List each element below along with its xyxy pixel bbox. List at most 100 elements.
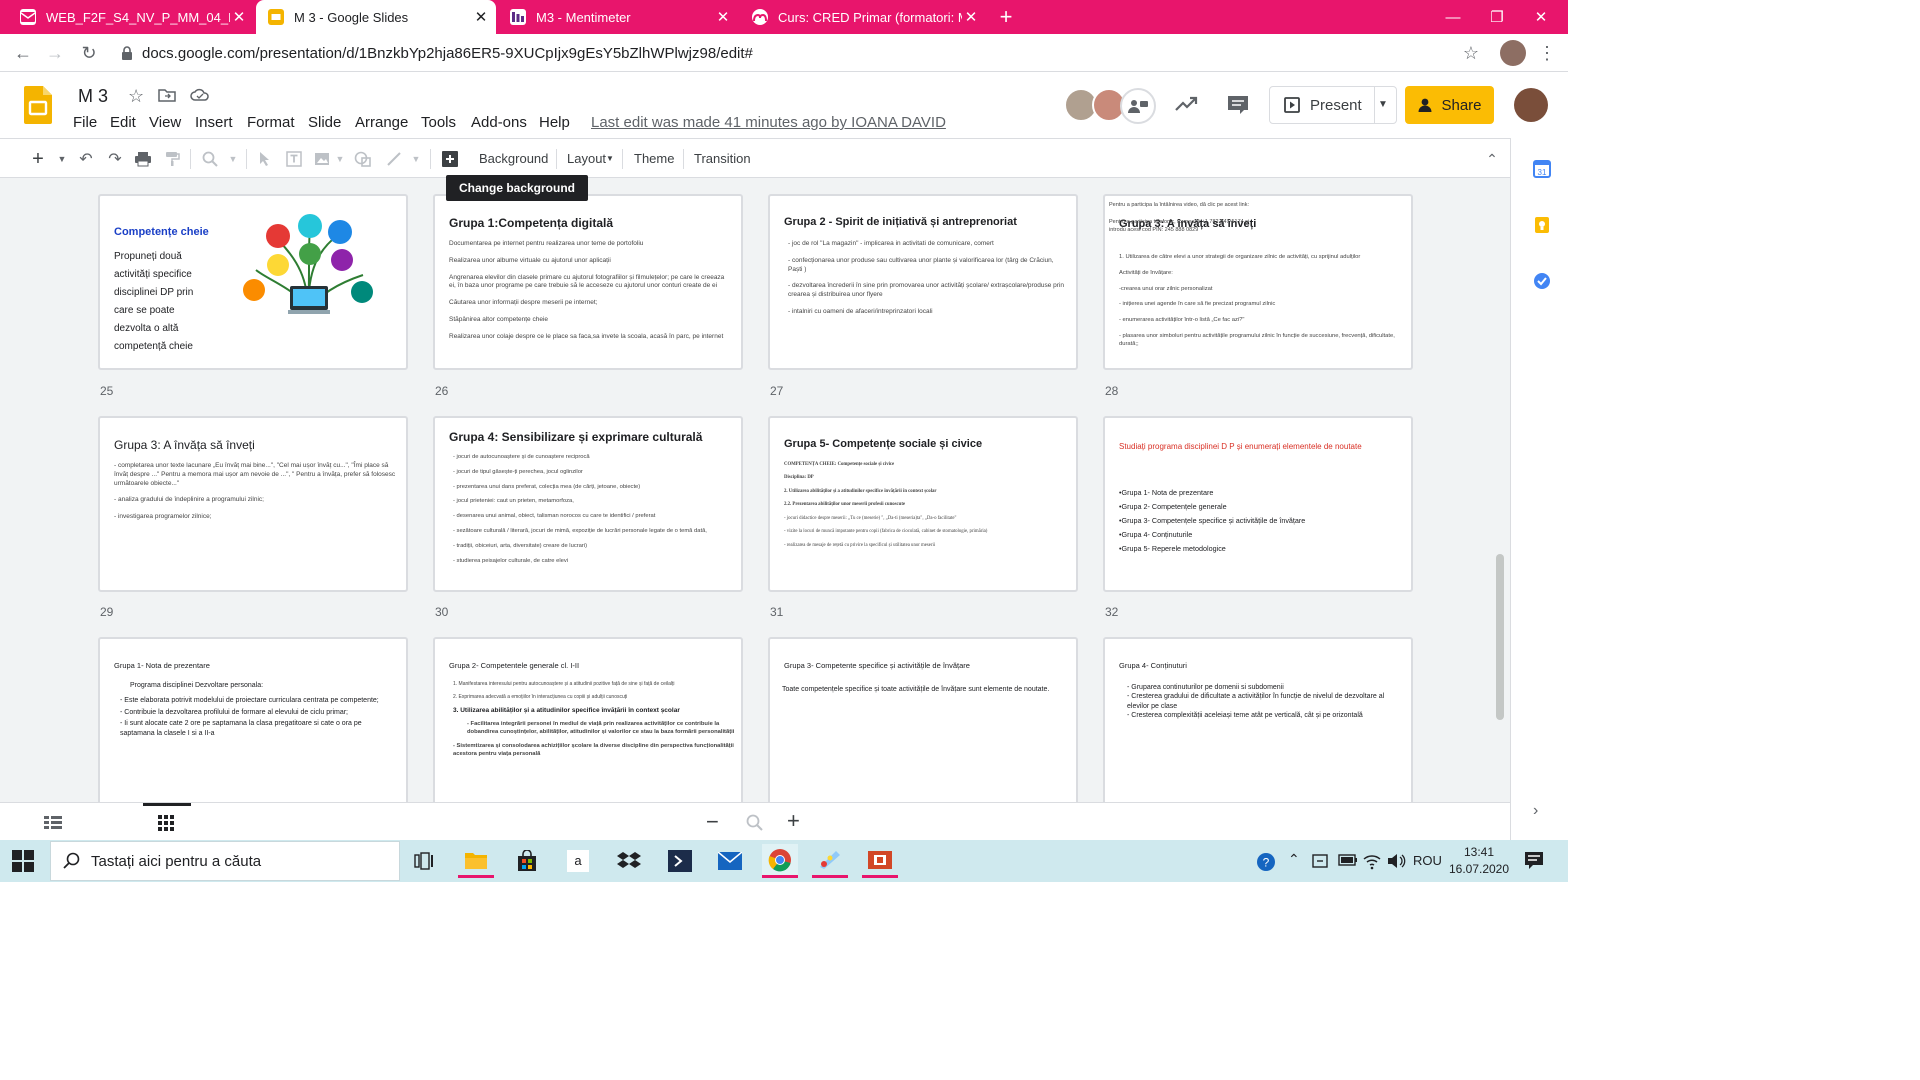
slide-thumbnail-31[interactable]: Grupa 5- Competențe sociale și civice CO… [768, 416, 1078, 592]
image-dropdown-icon[interactable]: ▼ [330, 149, 350, 169]
menu-help[interactable]: Help [539, 114, 570, 131]
slide-thumbnail-36[interactable]: Grupa 4- Conținuturi - Gruparea continut… [1103, 637, 1413, 802]
slide-thumbnail-26[interactable]: Grupa 1:Competența digitală Documentarea… [433, 194, 743, 370]
new-slide-dropdown-icon[interactable]: ▼ [52, 149, 72, 169]
amazon-icon[interactable]: a [560, 844, 596, 878]
zoom-icon[interactable] [200, 149, 220, 169]
undo-icon[interactable]: ↶ [76, 149, 96, 169]
reload-icon[interactable]: ↻ [76, 40, 102, 66]
file-explorer-icon[interactable] [458, 844, 494, 878]
text-box-icon[interactable] [284, 149, 304, 169]
input-language[interactable]: ROU [1413, 853, 1442, 868]
zoom-dropdown-icon[interactable]: ▼ [223, 149, 243, 169]
back-arrow-icon[interactable]: ← [10, 40, 36, 66]
bookmark-star-icon[interactable]: ☆ [1458, 40, 1484, 66]
last-edit-link[interactable]: Last edit was made 41 minutes ago by IOA… [591, 114, 946, 131]
menu-arrange[interactable]: Arrange [355, 114, 408, 131]
menu-file[interactable]: File [73, 114, 97, 131]
slide-thumbnail-29[interactable]: Grupa 3: A învăța să înveți - completare… [98, 416, 408, 592]
close-tab-icon[interactable]: ✕ [962, 8, 980, 26]
comments-icon[interactable] [1226, 94, 1250, 116]
mail-icon[interactable] [712, 844, 748, 878]
slide-thumbnail-25[interactable]: Competențe cheie Propuneți două activită… [98, 194, 408, 370]
layout-dropdown-icon[interactable]: ▼ [606, 154, 614, 163]
windows-start-icon[interactable] [12, 850, 34, 872]
menu-edit[interactable]: Edit [110, 114, 136, 131]
redo-icon[interactable]: ↷ [105, 149, 125, 169]
add-comment-icon[interactable] [440, 149, 460, 169]
move-folder-icon[interactable] [158, 88, 176, 104]
slide-thumbnail-34[interactable]: Grupa 2- Competentele generale cl. I-II … [433, 637, 743, 802]
slide-thumbnail-30[interactable]: Grupa 4: Sensibilizare și exprimare cult… [433, 416, 743, 592]
paint-icon[interactable] [812, 844, 848, 878]
line-icon[interactable] [384, 149, 404, 169]
shape-icon[interactable] [353, 149, 373, 169]
zoom-out-icon[interactable]: − [706, 809, 719, 835]
share-button[interactable]: Share [1405, 86, 1494, 124]
task-view-icon[interactable] [406, 844, 442, 878]
layout-button[interactable]: Layout [567, 151, 606, 166]
volume-icon[interactable] [1386, 852, 1406, 870]
restore-window-icon[interactable]: ❐ [1474, 0, 1520, 34]
present-dropdown-icon[interactable]: ▼ [1378, 99, 1388, 110]
cloud-status-icon[interactable] [190, 88, 210, 104]
new-slide-plus-icon[interactable]: + [28, 148, 48, 170]
background-button[interactable]: Background [479, 151, 548, 166]
present-button[interactable]: Present ▼ [1269, 86, 1397, 124]
collapse-toolbar-icon[interactable]: ⌃ [1482, 149, 1502, 169]
slide-thumbnail-33[interactable]: Grupa 1- Nota de prezentare Programa dis… [98, 637, 408, 802]
more-menu-icon[interactable]: ⋮ [1534, 40, 1560, 66]
menu-format[interactable]: Format [247, 114, 295, 131]
forward-arrow-icon[interactable]: → [42, 40, 68, 66]
close-window-icon[interactable]: ✕ [1518, 0, 1564, 34]
calendar-icon[interactable]: 31 [1533, 160, 1551, 178]
help-tips-icon[interactable]: ? [1256, 852, 1278, 872]
profile-avatar[interactable] [1500, 40, 1526, 66]
close-tab-icon[interactable]: ✕ [714, 8, 732, 26]
slide-thumbnail-27[interactable]: Grupa 2 - Spirit de inițiativă și antrep… [768, 194, 1078, 370]
select-cursor-icon[interactable] [255, 149, 275, 169]
close-tab-icon[interactable]: ✕ [472, 8, 490, 26]
show-hidden-icons-chevron-icon[interactable]: ⌃ [1288, 851, 1300, 868]
more-collaborators-icon[interactable] [1120, 88, 1156, 124]
address-bar[interactable]: docs.google.com/presentation/d/1BnzkbYp2… [112, 37, 1494, 69]
activity-dashboard-icon[interactable] [1174, 94, 1198, 114]
browser-tab-1[interactable]: WEB_F2F_S4_NV_P_MM_04_M3_C ✕ [8, 0, 254, 34]
zoom-search-icon[interactable] [746, 814, 764, 832]
google-slides-logo-icon[interactable] [24, 86, 52, 124]
menu-slide[interactable]: Slide [308, 114, 341, 131]
grid-scrollbar[interactable] [1496, 554, 1504, 720]
zoom-in-icon[interactable]: + [787, 808, 800, 834]
menu-insert[interactable]: Insert [195, 114, 233, 131]
filmstrip-view-icon[interactable] [44, 815, 62, 829]
powerpoint-icon[interactable] [862, 844, 898, 878]
chrome-icon[interactable] [762, 844, 798, 878]
browser-tab-3[interactable]: M3 - Mentimeter ✕ [498, 0, 738, 34]
transition-button[interactable]: Transition [694, 151, 751, 166]
taskbar-search-box[interactable]: Tastați aici pentru a căuta [50, 841, 400, 881]
keep-notes-icon[interactable] [1533, 216, 1551, 234]
menu-view[interactable]: View [149, 114, 181, 131]
user-avatar[interactable] [1514, 88, 1548, 122]
menu-tools[interactable]: Tools [421, 114, 456, 131]
powershell-icon[interactable] [662, 844, 698, 878]
theme-button[interactable]: Theme [634, 151, 674, 166]
document-title[interactable]: M 3 [78, 86, 108, 107]
tasks-icon[interactable] [1533, 272, 1551, 290]
minimize-window-icon[interactable]: — [1430, 0, 1476, 34]
slide-thumbnail-35[interactable]: Grupa 3- Competente specifice și activit… [768, 637, 1078, 802]
browser-tab-2[interactable]: M 3 - Google Slides ✕ [256, 0, 496, 34]
slide-thumbnail-32[interactable]: Studiați programa disciplinei D P și enu… [1103, 416, 1413, 592]
new-tab-button[interactable]: + [992, 4, 1020, 30]
menu-add-ons[interactable]: Add-ons [471, 114, 527, 131]
close-tab-icon[interactable]: ✕ [230, 8, 248, 26]
microsoft-store-icon[interactable] [509, 844, 545, 878]
wifi-icon[interactable] [1362, 852, 1382, 870]
expand-side-panel-icon[interactable]: › [1533, 802, 1551, 820]
grid-view-icon[interactable] [158, 815, 174, 831]
line-dropdown-icon[interactable]: ▼ [406, 149, 426, 169]
star-icon[interactable]: ☆ [128, 86, 144, 107]
onedrive-icon[interactable] [1312, 852, 1330, 870]
browser-tab-4[interactable]: Curs: CRED Primar (formatori: Mi ✕ [740, 0, 986, 34]
battery-icon[interactable] [1338, 853, 1358, 869]
